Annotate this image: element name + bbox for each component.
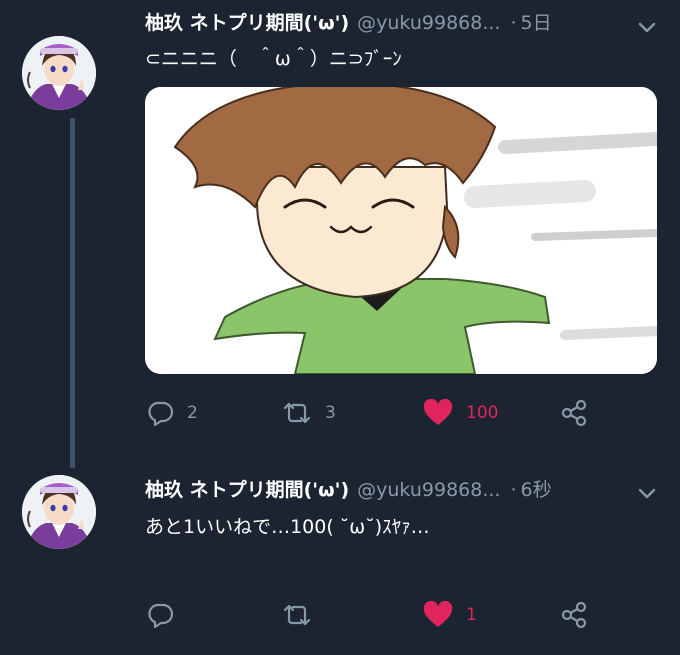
tweet-text: あと1いいねで…100( ˘ω˘)ｽﾔｧ… — [145, 516, 430, 538]
like-button[interactable]: 1 — [422, 600, 477, 630]
retweet-button[interactable] — [281, 600, 313, 630]
media-illustration — [145, 87, 657, 374]
timestamp[interactable]: 5日 — [521, 8, 552, 35]
tweet-text: ⊂ニニニ（ ＾ω＾）ニ⊃ﾌﾞｰﾝ — [145, 48, 402, 70]
retweet-icon — [281, 600, 313, 630]
avatar[interactable] — [22, 475, 96, 549]
reply-button[interactable]: 2 — [145, 398, 198, 428]
heart-icon — [422, 398, 454, 428]
tweet-header: 柚玖 ネトプリ期間('ω') @yuku99868... · 6秒 — [145, 475, 552, 505]
tweet-media-image[interactable] — [145, 87, 657, 374]
share-button[interactable] — [559, 398, 589, 428]
reply-button[interactable] — [145, 600, 175, 630]
tweet-1[interactable]: 柚玖 ネトプリ期間('ω') @yuku99868... · 5日 ⊂ニニニ（ … — [0, 0, 680, 450]
like-count: 1 — [466, 605, 477, 625]
retweet-icon — [281, 398, 313, 428]
display-name[interactable]: 柚玖 ネトプリ期間('ω') — [145, 475, 349, 502]
retweet-button[interactable]: 3 — [281, 398, 336, 428]
like-count: 100 — [466, 403, 499, 423]
share-button[interactable] — [559, 600, 589, 630]
reply-count: 2 — [187, 403, 198, 423]
reply-icon — [145, 600, 175, 630]
retweet-count: 3 — [325, 403, 336, 423]
display-name[interactable]: 柚玖 ネトプリ期間('ω') — [145, 8, 349, 35]
heart-icon — [422, 600, 454, 630]
share-icon — [559, 600, 589, 630]
tweet-2[interactable]: 柚玖 ネトプリ期間('ω') @yuku99868... · 6秒 あと1いいね… — [0, 460, 680, 655]
separator-dot: · — [510, 12, 517, 34]
share-icon — [559, 398, 589, 428]
like-button[interactable]: 100 — [422, 398, 498, 428]
avatar-image — [22, 36, 96, 110]
chevron-down-icon[interactable] — [636, 16, 658, 38]
user-handle[interactable]: @yuku99868... — [357, 12, 500, 34]
avatar[interactable] — [22, 36, 96, 110]
timestamp[interactable]: 6秒 — [521, 475, 552, 502]
tweet-header: 柚玖 ネトプリ期間('ω') @yuku99868... · 5日 — [145, 8, 552, 38]
avatar-image — [22, 475, 96, 549]
chevron-down-icon[interactable] — [636, 482, 658, 504]
tweet-actions: 2 3 100 — [145, 398, 605, 428]
separator-dot: · — [510, 479, 517, 501]
reply-icon — [145, 398, 175, 428]
tweet-actions: 1 — [145, 600, 605, 630]
user-handle[interactable]: @yuku99868... — [357, 479, 500, 501]
